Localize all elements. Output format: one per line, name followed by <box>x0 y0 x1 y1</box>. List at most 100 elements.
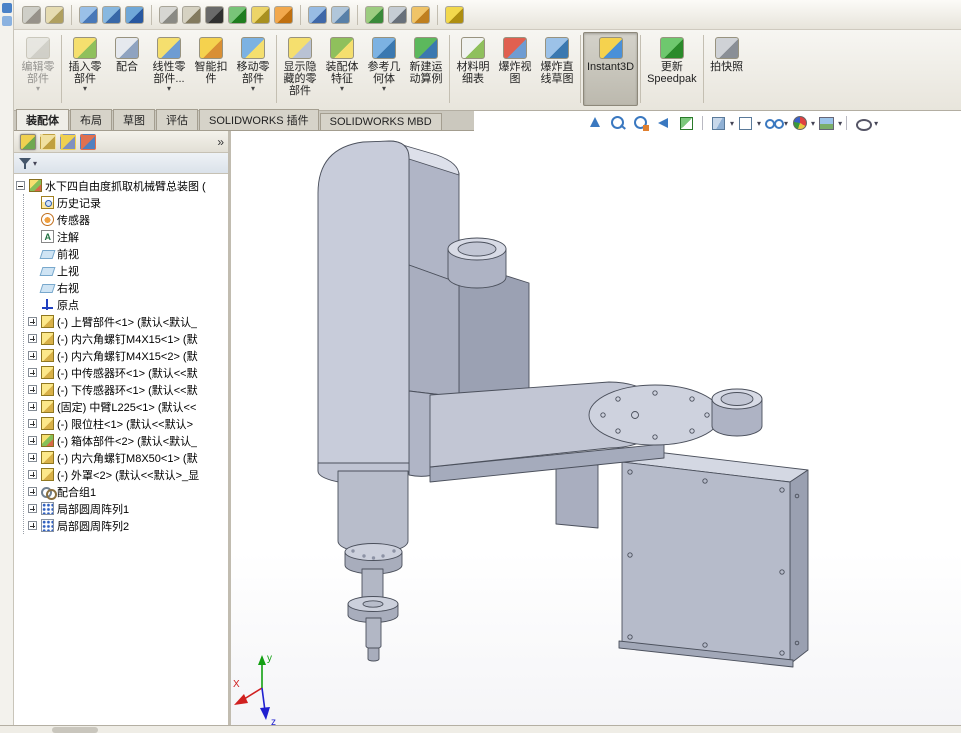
map-pin-icon[interactable] <box>228 5 247 24</box>
pushpin-icon[interactable] <box>445 5 464 24</box>
tree-item-box-subassembly[interactable]: (-) 箱体部件<2> (默认<默认_ <box>14 432 228 449</box>
ribbon-button-linear-pattern[interactable]: 线性零 部件... <box>148 32 190 106</box>
zoom-fit-arrow-icon[interactable] <box>586 115 603 131</box>
graphics-viewport[interactable]: X y z <box>231 131 961 733</box>
expand-panel-chevrons[interactable]: » <box>217 135 224 149</box>
dropdown-arrow-icon[interactable] <box>36 85 40 94</box>
expand-toggle-icon[interactable] <box>28 521 37 530</box>
tree-item-mid-arm-fixed[interactable]: (固定) 中臂L225<1> (默认<< <box>14 398 228 415</box>
filter-input[interactable] <box>37 155 224 171</box>
dropdown-arrow-icon[interactable] <box>811 119 815 128</box>
measure-icon[interactable] <box>251 5 270 24</box>
tree-item-annotations[interactable]: 注解 <box>14 228 228 245</box>
tree-item-limit-post[interactable]: (-) 限位柱<1> (默认<<默认> <box>14 415 228 432</box>
statusbar-grip[interactable] <box>52 727 98 733</box>
display-icon[interactable] <box>79 5 98 24</box>
zoom-area-icon[interactable] <box>632 115 649 131</box>
attach-icon[interactable] <box>22 5 41 24</box>
dropdown-arrow-icon[interactable] <box>382 85 386 94</box>
dropdown-arrow-icon[interactable] <box>784 119 788 128</box>
tab-mbd[interactable]: SOLIDWORKS MBD <box>319 113 442 130</box>
ribbon-button-snapshot[interactable]: 拍快照 <box>706 32 748 106</box>
dropdown-arrow-icon[interactable] <box>251 85 255 94</box>
view-settings-icon[interactable] <box>854 115 873 131</box>
featuremanager-tab-icon[interactable] <box>20 133 36 150</box>
tab-addins[interactable]: SOLIDWORKS 插件 <box>199 109 319 130</box>
tab-layout[interactable]: 布局 <box>70 109 112 130</box>
ribbon-button-motion-study[interactable]: 新建运 动算例 <box>405 32 447 106</box>
filter-cone-icon[interactable] <box>205 5 224 24</box>
grid-add-icon[interactable] <box>274 5 293 24</box>
note-icon[interactable] <box>411 5 430 24</box>
tree-item-circular-pattern-2[interactable]: 局部圆周阵列2 <box>14 517 228 534</box>
tree-item-origin[interactable]: 原点 <box>14 296 228 313</box>
ribbon-button-insert-component[interactable]: 插入零 部件 <box>64 32 106 106</box>
previous-view-icon[interactable] <box>655 115 672 131</box>
tools-gear-icon[interactable] <box>182 5 201 24</box>
tree-item-circular-pattern-1[interactable]: 局部圆周阵列1 <box>14 500 228 517</box>
ribbon-button-exploded-view[interactable]: 爆炸视 图 <box>494 32 536 106</box>
expand-toggle-icon[interactable] <box>28 351 37 360</box>
tab-evaluate[interactable]: 评估 <box>156 109 198 130</box>
configurationmanager-tab-icon[interactable] <box>60 133 76 150</box>
table-icon[interactable] <box>365 5 384 24</box>
robot-arm-model[interactable]: X y z <box>231 131 961 733</box>
tree-item-mid-sensor-ring[interactable]: (-) 中传感器环<1> (默认<<默 <box>14 364 228 381</box>
tree-item-upper-arm[interactable]: (-) 上臂部件<1> (默认<默认_ <box>14 313 228 330</box>
ribbon-button-move-component[interactable]: 移动零 部件 <box>232 32 274 106</box>
tree-item-history[interactable]: 历史记录 <box>14 194 228 211</box>
ribbon-button-instant3d[interactable]: Instant3D <box>583 32 639 106</box>
display-style-icon[interactable] <box>737 115 754 131</box>
tree-item-screw-m4x15-1[interactable]: (-) 内六角螺钉M4X15<1> (默 <box>14 330 228 347</box>
tree-item-screw-m8x50[interactable]: (-) 内六角螺钉M8X50<1> (默 <box>14 449 228 466</box>
ribbon-button-bom[interactable]: 材料明 细表 <box>452 32 494 106</box>
dropdown-arrow-icon[interactable] <box>874 119 878 128</box>
dropdown-arrow-icon[interactable] <box>730 119 734 128</box>
search-doc-icon[interactable] <box>331 5 350 24</box>
expand-toggle-icon[interactable] <box>28 317 37 326</box>
ribbon-button-edit-component[interactable]: 编辑零 部件 <box>17 32 59 106</box>
dropdown-arrow-icon[interactable] <box>83 85 87 94</box>
dropdown-arrow-icon[interactable] <box>838 119 842 128</box>
displaymanager-tab-icon[interactable] <box>80 133 96 150</box>
expand-toggle-icon[interactable] <box>28 470 37 479</box>
ribbon-button-smart-fastener[interactable]: 智能扣 件 <box>190 32 232 106</box>
expand-toggle-icon[interactable] <box>28 402 37 411</box>
hide-show-items-icon[interactable] <box>764 115 785 131</box>
ribbon-button-reference-geometry[interactable]: 参考几 何体 <box>363 32 405 106</box>
view-orientation-icon[interactable] <box>710 115 727 131</box>
dropdown-arrow-icon[interactable] <box>757 119 761 128</box>
tree-item-outer-cover[interactable]: (-) 外罩<2> (默认<<默认>_显 <box>14 466 228 483</box>
apply-scene-icon[interactable] <box>818 115 835 131</box>
expand-toggle-icon[interactable] <box>28 453 37 462</box>
filter-funnel-icon[interactable] <box>18 156 33 170</box>
expand-toggle-icon[interactable] <box>28 504 37 513</box>
ruler-icon[interactable] <box>45 5 64 24</box>
zoom-fit-icon[interactable] <box>609 115 626 131</box>
tree-item-screw-m4x15-2[interactable]: (-) 内六角螺钉M4X15<2> (默 <box>14 347 228 364</box>
chart-icon[interactable] <box>102 5 121 24</box>
expand-toggle-icon[interactable] <box>28 368 37 377</box>
settings-gear-icon[interactable] <box>159 5 178 24</box>
tab-assembly[interactable]: 装配体 <box>16 109 69 130</box>
tree-item-front-plane[interactable]: 前视 <box>14 245 228 262</box>
dropdown-arrow-icon[interactable] <box>340 85 344 94</box>
ribbon-button-mate[interactable]: 配合 <box>106 32 148 106</box>
print-icon[interactable] <box>388 5 407 24</box>
zoom-icon[interactable] <box>308 5 327 24</box>
web-icon[interactable] <box>125 5 144 24</box>
expand-toggle-icon[interactable] <box>28 385 37 394</box>
ribbon-button-explode-line-sketch[interactable]: 爆炸直 线草图 <box>536 32 578 106</box>
tab-sketch[interactable]: 草图 <box>113 109 155 130</box>
tree-item-lower-sensor-ring[interactable]: (-) 下传感器环<1> (默认<<默 <box>14 381 228 398</box>
ribbon-button-update-speedpak[interactable]: 更新 Speedpak <box>643 32 701 106</box>
strip-pane-icon[interactable] <box>1 16 12 26</box>
edit-appearance-icon[interactable] <box>791 115 808 131</box>
propertymanager-tab-icon[interactable] <box>40 133 56 150</box>
tree-item-sensors[interactable]: 传感器 <box>14 211 228 228</box>
tree-item-right-plane[interactable]: 右视 <box>14 279 228 296</box>
tree-item-mates-group[interactable]: 配合组1 <box>14 483 228 500</box>
strip-doc-icon[interactable] <box>1 3 12 13</box>
dropdown-arrow-icon[interactable] <box>167 85 171 94</box>
expand-toggle-icon[interactable] <box>28 487 37 496</box>
